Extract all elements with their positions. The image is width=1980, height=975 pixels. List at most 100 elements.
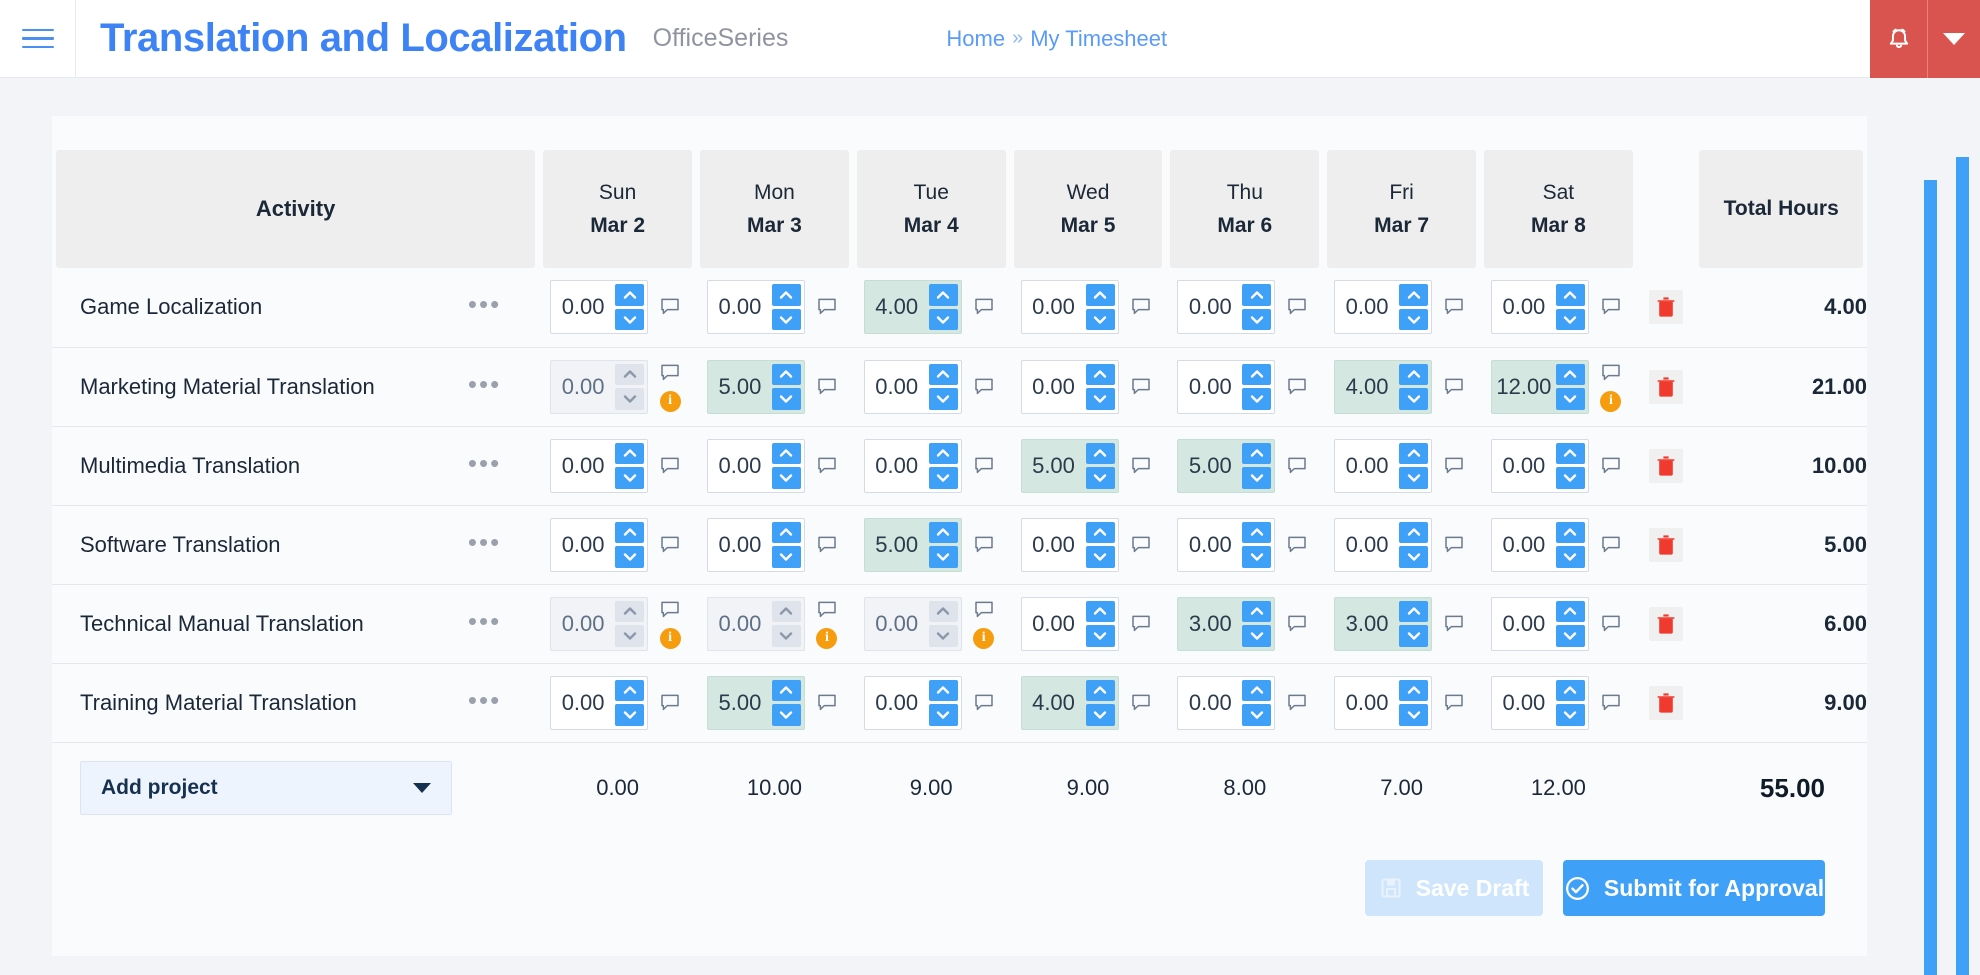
stepper-up-button[interactable] (1086, 680, 1115, 702)
hours-input[interactable]: 0.00 (1492, 440, 1556, 492)
hours-input[interactable]: 0.00 (1335, 281, 1399, 333)
hours-stepper[interactable]: 3.00 (1334, 597, 1432, 651)
stepper-up-button[interactable] (1399, 522, 1428, 544)
stepper-up-button[interactable] (1242, 680, 1271, 702)
comment-icon[interactable] (1601, 457, 1621, 475)
hours-input[interactable]: 0.00 (1492, 519, 1556, 571)
comment-icon[interactable] (660, 298, 680, 316)
hours-stepper[interactable]: 0.00 (1491, 439, 1589, 493)
ellipsis-icon[interactable]: ••• (468, 529, 501, 561)
comment-icon[interactable] (974, 694, 994, 712)
delete-row-button[interactable] (1649, 370, 1683, 404)
stepper-down-button[interactable] (1556, 704, 1585, 726)
stepper-up-button[interactable] (1556, 680, 1585, 702)
hours-input[interactable]: 0.00 (865, 361, 929, 413)
stepper-down-button[interactable] (1086, 467, 1115, 489)
comment-icon[interactable] (817, 601, 837, 619)
hours-stepper[interactable]: 0.00 (864, 360, 962, 414)
hours-stepper[interactable]: 0.00 (707, 280, 805, 334)
stepper-down-button[interactable] (1399, 388, 1428, 410)
comment-icon[interactable] (974, 298, 994, 316)
hours-input[interactable]: 4.00 (1335, 361, 1399, 413)
stepper-down-button[interactable] (1399, 467, 1428, 489)
comment-icon[interactable] (660, 694, 680, 712)
stepper-up-button[interactable] (1242, 284, 1271, 306)
stepper-up-button[interactable] (772, 680, 801, 702)
ellipsis-icon[interactable]: ••• (468, 450, 501, 482)
hours-input[interactable]: 0.00 (865, 677, 929, 729)
hours-stepper[interactable]: 0.00 (1491, 280, 1589, 334)
hours-input[interactable]: 0.00 (1492, 677, 1556, 729)
hours-stepper[interactable]: 4.00 (1021, 676, 1119, 730)
stepper-down-button[interactable] (1556, 388, 1585, 410)
stepper-down-button[interactable] (1399, 309, 1428, 331)
stepper-up-button[interactable] (1556, 443, 1585, 465)
stepper-up-button[interactable] (615, 284, 644, 306)
hours-stepper[interactable]: 0.00 (1177, 676, 1275, 730)
comment-icon[interactable] (1131, 457, 1151, 475)
stepper-down-button[interactable] (1556, 467, 1585, 489)
stepper-up-button[interactable] (772, 443, 801, 465)
comment-icon[interactable] (817, 298, 837, 316)
hours-input[interactable]: 12.00 (1492, 361, 1556, 413)
stepper-up-button[interactable] (1399, 364, 1428, 386)
hours-input[interactable]: 0.00 (1022, 361, 1086, 413)
hours-input[interactable]: 0.00 (1178, 361, 1242, 413)
stepper-up-button[interactable] (929, 443, 958, 465)
add-project-dropdown[interactable]: Add project (80, 761, 452, 815)
stepper-down-button[interactable] (1399, 704, 1428, 726)
ellipsis-icon[interactable]: ••• (468, 687, 501, 719)
stepper-down-button[interactable] (1086, 388, 1115, 410)
comment-icon[interactable] (660, 601, 680, 619)
stepper-up-button[interactable] (929, 364, 958, 386)
hours-input[interactable]: 0.00 (551, 440, 615, 492)
hours-input[interactable]: 5.00 (708, 677, 772, 729)
stepper-up-button[interactable] (1399, 680, 1428, 702)
comment-icon[interactable] (1287, 457, 1307, 475)
comment-icon[interactable] (1444, 694, 1464, 712)
stepper-up-button[interactable] (1556, 284, 1585, 306)
hours-stepper[interactable]: 5.00 (1177, 439, 1275, 493)
stepper-up-button[interactable] (1556, 522, 1585, 544)
comment-icon[interactable] (1131, 378, 1151, 396)
notifications-button[interactable] (1870, 0, 1928, 78)
hours-stepper[interactable]: 0.00 (1334, 518, 1432, 572)
hours-stepper[interactable]: 0.00 (1177, 280, 1275, 334)
stepper-down-button[interactable] (615, 467, 644, 489)
hours-stepper[interactable]: 0.00 (707, 439, 805, 493)
info-badge-icon[interactable]: i (660, 628, 681, 649)
hours-input[interactable]: 0.00 (708, 281, 772, 333)
stepper-up-button[interactable] (1399, 284, 1428, 306)
hours-input[interactable]: 0.00 (1022, 281, 1086, 333)
hours-input[interactable]: 0.00 (865, 440, 929, 492)
stepper-down-button[interactable] (929, 467, 958, 489)
info-badge-icon[interactable]: i (1600, 391, 1621, 412)
user-menu-button[interactable] (1928, 0, 1980, 78)
comment-icon[interactable] (1601, 694, 1621, 712)
hours-input[interactable]: 0.00 (1178, 677, 1242, 729)
stepper-up-button[interactable] (929, 284, 958, 306)
hours-stepper[interactable]: 0.00 (1334, 280, 1432, 334)
info-badge-icon[interactable]: i (973, 628, 994, 649)
hours-input[interactable]: 5.00 (708, 361, 772, 413)
comment-icon[interactable] (974, 536, 994, 554)
hours-stepper[interactable]: 5.00 (1021, 439, 1119, 493)
delete-row-button[interactable] (1649, 449, 1683, 483)
comment-icon[interactable] (1444, 615, 1464, 633)
stepper-down-button[interactable] (1086, 309, 1115, 331)
delete-row-button[interactable] (1649, 528, 1683, 562)
stepper-up-button[interactable] (1399, 601, 1428, 623)
stepper-down-button[interactable] (772, 546, 801, 568)
stepper-down-button[interactable] (1086, 704, 1115, 726)
info-badge-icon[interactable]: i (816, 628, 837, 649)
hours-stepper[interactable]: 3.00 (1177, 597, 1275, 651)
stepper-up-button[interactable] (929, 522, 958, 544)
hours-stepper[interactable]: 0.00 (1491, 676, 1589, 730)
hours-input[interactable]: 0.00 (1022, 598, 1086, 650)
comment-icon[interactable] (660, 536, 680, 554)
comment-icon[interactable] (1287, 536, 1307, 554)
stepper-up-button[interactable] (1242, 443, 1271, 465)
hours-input[interactable]: 0.00 (551, 281, 615, 333)
comment-icon[interactable] (1131, 298, 1151, 316)
stepper-down-button[interactable] (929, 309, 958, 331)
